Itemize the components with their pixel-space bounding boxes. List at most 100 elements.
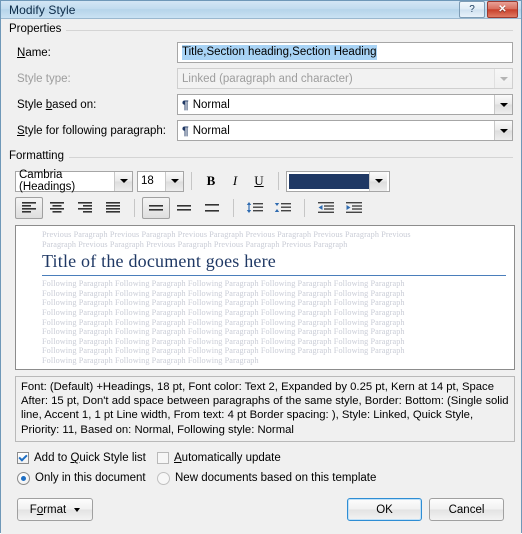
font-name-select[interactable]: Cambria (Headings): [15, 169, 133, 193]
line-spacing-double-button[interactable]: [198, 197, 226, 219]
chevron-down-icon[interactable]: [494, 121, 512, 140]
preview-following-line: Following Paragraph Following Paragraph …: [42, 327, 405, 337]
line-spacing-double-icon: [205, 204, 219, 212]
name-row: Name: Title,Section heading,Section Head…: [9, 41, 513, 64]
name-input-value: Title,Section heading,Section Heading: [182, 45, 377, 60]
decrease-indent-icon: [318, 202, 334, 213]
preview-title: Title of the document goes here: [42, 249, 506, 277]
increase-paragraph-spacing-button[interactable]: [269, 197, 297, 219]
align-justify-button[interactable]: [99, 197, 127, 219]
decrease-indent-button[interactable]: [312, 197, 340, 219]
chevron-down-icon[interactable]: [369, 171, 387, 191]
checkbox-icon: [157, 452, 169, 465]
only-this-document-label: Only in this document: [35, 472, 146, 485]
italic-button[interactable]: I: [223, 170, 247, 192]
formatting-toolbar: Cambria (Headings) 18 B I U: [9, 169, 513, 223]
preview-following-line: Following Paragraph Following Paragraph …: [42, 279, 405, 289]
style-type-label: Style type:: [17, 72, 71, 85]
chevron-down-icon: [74, 507, 81, 512]
ok-button[interactable]: OK: [347, 498, 422, 522]
new-documents-radio[interactable]: New documents based on this template: [157, 471, 376, 485]
font-size-select[interactable]: 18: [137, 170, 184, 192]
align-right-icon: [78, 202, 92, 213]
chevron-down-icon[interactable]: [165, 171, 183, 191]
style-description: Font: (Default) +Headings, 18 pt, Font c…: [15, 376, 515, 442]
add-to-quick-style-checkbox[interactable]: Add to Quick Style list: [17, 452, 157, 465]
increase-indent-icon: [346, 202, 362, 213]
font-size-value: 18: [141, 175, 154, 187]
align-right-button[interactable]: [71, 197, 99, 219]
format-button-label: Format: [29, 503, 67, 516]
toolbar-separator: [233, 199, 234, 217]
name-input[interactable]: Title,Section heading,Section Heading: [177, 42, 513, 63]
window-title: Modify Style: [9, 2, 76, 17]
decrease-paragraph-spacing-icon: [246, 202, 263, 213]
line-spacing-1-5-icon: [177, 205, 191, 211]
style-preview-pane: Previous Paragraph Previous Paragraph Pr…: [15, 225, 515, 370]
preview-following-line: Following Paragraph Following Paragraph …: [42, 336, 405, 346]
checkbox-row: Add to Quick Style list Automatically up…: [17, 450, 513, 467]
automatically-update-checkbox[interactable]: Automatically update: [157, 452, 281, 465]
toolbar-separator: [278, 172, 279, 190]
line-spacing-1-5-button[interactable]: [170, 197, 198, 219]
underline-button[interactable]: U: [247, 170, 271, 192]
properties-group: Properties: [9, 23, 513, 35]
font-name-value: Cambria (Headings): [19, 169, 76, 193]
only-this-document-radio[interactable]: Only in this document: [17, 471, 157, 485]
line-spacing-single-button[interactable]: [142, 197, 170, 219]
toolbar-separator: [134, 199, 135, 217]
style-type-select: Linked (paragraph and character): [177, 68, 513, 89]
style-based-on-select[interactable]: ¶ Normal: [177, 94, 513, 115]
close-button[interactable]: ✕: [487, 1, 518, 18]
line-spacing-single-icon: [149, 205, 163, 211]
increase-indent-button[interactable]: [340, 197, 368, 219]
formatting-group-rule: [9, 157, 513, 158]
checkbox-icon: [17, 452, 29, 465]
modify-style-dialog: Modify Style ? ✕ Properties Name: Title,…: [0, 0, 522, 534]
preview-previous-line-2: Paragraph Previous Paragraph Previous Pa…: [42, 239, 348, 249]
decrease-paragraph-spacing-button[interactable]: [241, 197, 269, 219]
style-following-select[interactable]: ¶ Normal: [177, 120, 513, 141]
preview-previous-line-1: Previous Paragraph Previous Paragraph Pr…: [42, 230, 411, 239]
chevron-down-icon[interactable]: [494, 95, 512, 114]
help-button[interactable]: ?: [459, 1, 485, 18]
chevron-down-icon[interactable]: [114, 171, 132, 191]
bold-button[interactable]: B: [199, 170, 223, 192]
font-color-swatch: [289, 173, 369, 189]
properties-group-label: Properties: [9, 23, 67, 35]
add-to-quick-style-label: Add to Quick Style list: [34, 452, 146, 465]
name-label: Name:: [17, 46, 51, 59]
align-left-button[interactable]: [15, 197, 43, 219]
formatting-group-label: Formatting: [9, 150, 69, 162]
properties-rows: Name: Title,Section heading,Section Head…: [9, 41, 513, 145]
paragraph-toolbar-row: [15, 196, 513, 220]
font-toolbar-row: Cambria (Headings) 18 B I U: [15, 169, 513, 193]
style-options: Add to Quick Style list Automatically up…: [17, 450, 513, 490]
align-center-button[interactable]: [43, 197, 71, 219]
toolbar-separator: [304, 199, 305, 217]
style-following-label: Style for following paragraph:: [17, 124, 166, 137]
preview-following-line: Following Paragraph Following Paragraph …: [42, 307, 405, 317]
style-type-row: Style type: Linked (paragraph and charac…: [9, 67, 513, 90]
preview-following-line: Following Paragraph Following Paragraph …: [42, 346, 405, 356]
dialog-footer: Format OK Cancel: [9, 490, 513, 534]
title-bar: Modify Style ? ✕: [1, 1, 521, 19]
formatting-group: Formatting: [9, 150, 513, 162]
toolbar-separator: [191, 172, 192, 190]
chevron-down-icon: [494, 69, 512, 88]
increase-paragraph-spacing-icon: [274, 203, 291, 212]
radio-icon: [157, 471, 170, 485]
cancel-button[interactable]: Cancel: [429, 498, 504, 522]
align-justify-icon: [106, 202, 120, 213]
preview-following-line: Following Paragraph Following Paragraph …: [42, 298, 405, 308]
properties-group-rule: [9, 30, 513, 31]
format-button[interactable]: Format: [17, 498, 93, 522]
style-based-on-value: Normal: [192, 98, 230, 111]
preview-following-line: Following Paragraph Following Paragraph …: [42, 288, 405, 298]
title-bar-buttons: ? ✕: [459, 1, 518, 18]
font-color-select[interactable]: [286, 170, 390, 192]
style-following-value: Normal: [192, 124, 230, 137]
radio-row: Only in this document New documents base…: [17, 470, 513, 487]
align-left-icon: [22, 202, 36, 213]
pilcrow-icon: ¶: [182, 123, 189, 138]
